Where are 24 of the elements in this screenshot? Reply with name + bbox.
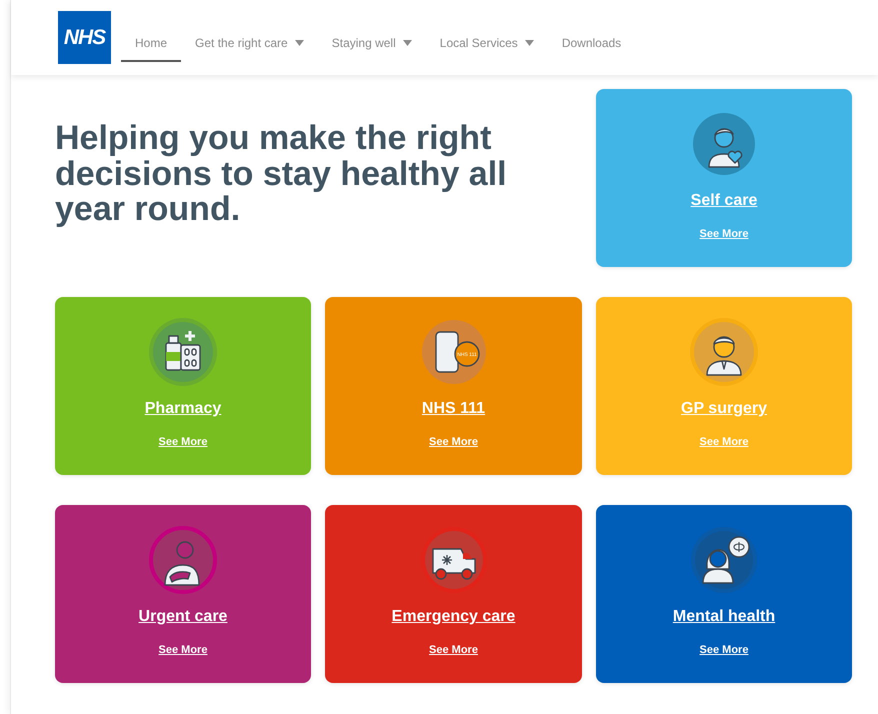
nav-link[interactable]: Local Services	[440, 26, 534, 62]
nav-link[interactable]: Get the right care	[195, 26, 304, 62]
card-title-link[interactable]: Pharmacy	[144, 397, 222, 421]
see-more-link[interactable]: See More	[158, 434, 208, 450]
see-more-link[interactable]: See More	[700, 226, 748, 242]
card-title-link[interactable]: Mental health	[672, 605, 776, 629]
card-title-link[interactable]: NHS 111	[422, 397, 486, 421]
logo: NHS	[58, 11, 111, 64]
nav-link[interactable]: Downloads	[562, 26, 622, 62]
doctor-icon	[689, 317, 759, 387]
see-more-link[interactable]: See More	[429, 642, 478, 658]
see-more-link[interactable]: See More	[158, 642, 208, 658]
ambulance-icon	[418, 525, 488, 595]
nav-link[interactable]: Home	[121, 26, 182, 62]
see-more-link[interactable]: See More	[700, 642, 748, 658]
card-title-link[interactable]: Emergency care	[392, 605, 516, 629]
nav-link[interactable]: Staying well	[332, 26, 412, 62]
card-title-link[interactable]: Self care	[690, 189, 758, 213]
card-title-link[interactable]: Urgent care	[138, 605, 228, 629]
see-more-link[interactable]: See More	[429, 434, 478, 450]
see-more-link[interactable]: See More	[700, 434, 748, 450]
page-heading: Helping you make the right decisions to stay healthy all year round.	[55, 121, 508, 230]
medicine-icon	[148, 317, 218, 387]
card-title-link[interactable]: GP surgery	[681, 397, 767, 421]
